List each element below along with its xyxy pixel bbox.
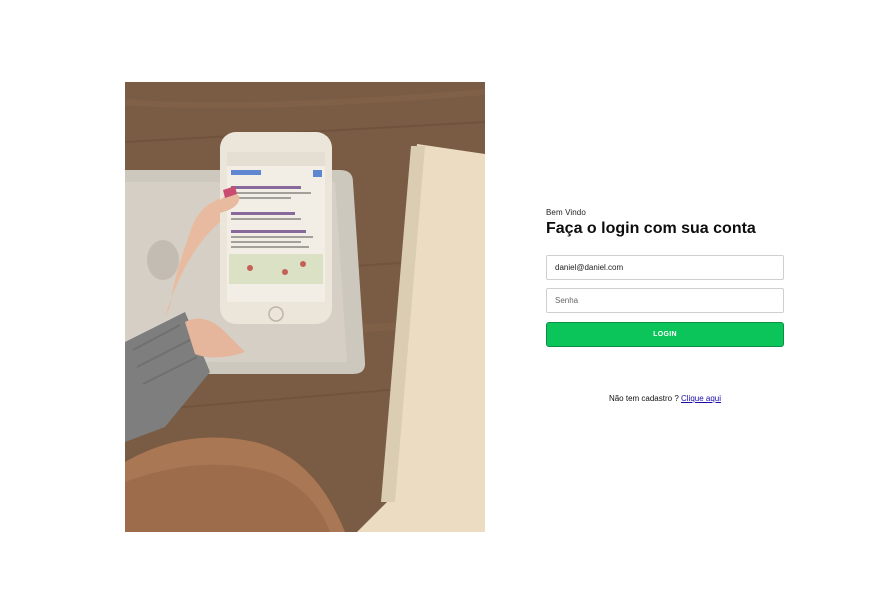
signup-prompt: Não tem cadastro ? Clique aqui	[546, 394, 784, 403]
email-field[interactable]	[546, 255, 784, 280]
password-field[interactable]	[546, 288, 784, 313]
login-form: Bem Vindo Faça o login com sua conta LOG…	[546, 208, 784, 347]
welcome-text: Bem Vindo	[546, 208, 586, 217]
login-button[interactable]: LOGIN	[546, 322, 784, 347]
signup-text: Não tem cadastro ?	[608, 394, 679, 403]
hero-photo	[125, 82, 485, 532]
login-title: Faça o login com sua conta	[546, 220, 756, 237]
desk-phone-illustration	[125, 82, 485, 532]
signup-link[interactable]: Clique aqui	[681, 394, 721, 403]
